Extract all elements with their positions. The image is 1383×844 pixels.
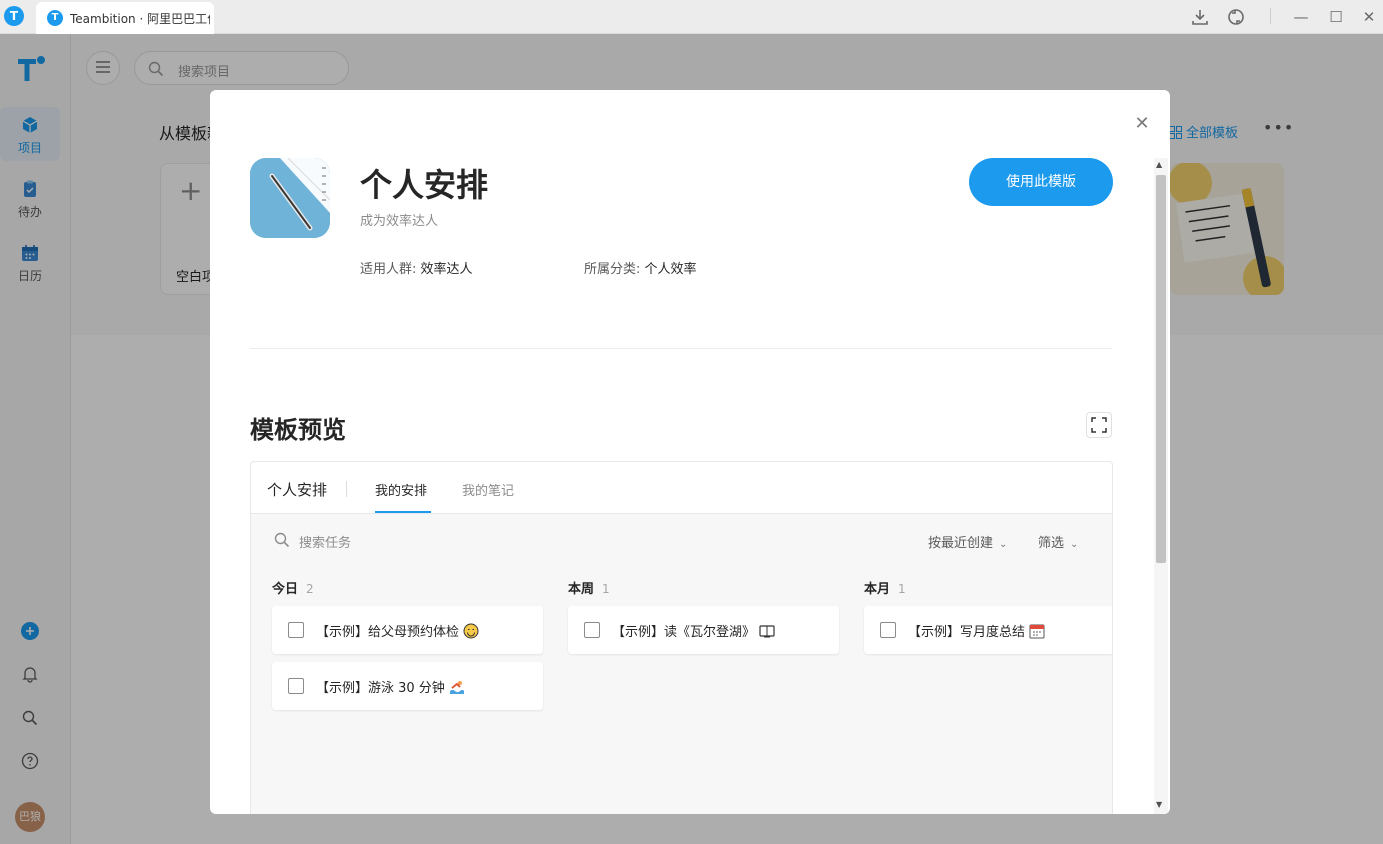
- tab-my-schedule[interactable]: 我的安排: [375, 480, 427, 499]
- preview-header: 个人安排 我的安排 我的笔记: [251, 462, 1112, 514]
- fullscreen-icon: [1091, 417, 1107, 433]
- smile-emoji-icon: [463, 623, 479, 639]
- task-title: 【示例】写月度总结: [908, 621, 1045, 640]
- column-title: 本周: [568, 582, 595, 597]
- notebook-pen-icon: [250, 158, 330, 238]
- calendar-emoji-icon: [1029, 624, 1045, 639]
- scroll-down-arrow[interactable]: ▼: [1156, 800, 1162, 809]
- task-search-placeholder: 搜索任务: [299, 536, 352, 551]
- modal-close-button[interactable]: ✕: [1132, 114, 1152, 134]
- column-title: 本月: [864, 582, 891, 597]
- download-icon[interactable]: [1187, 4, 1213, 30]
- task-search-input[interactable]: 搜索任务: [273, 530, 473, 551]
- browser-tab-teambition[interactable]: T Teambition · 阿里巴巴工作台: [36, 2, 214, 34]
- maximize-button[interactable]: ☐: [1323, 4, 1349, 30]
- template-detail-modal: ✕ 个人安排 成为效率达人 适用人群: 效率达人 所属分类: 个人效率 使用此模…: [210, 90, 1170, 814]
- chevron-down-icon: ⌄: [999, 539, 1008, 550]
- task-card[interactable]: 【示例】读《瓦尔登湖》: [568, 606, 839, 654]
- task-checkbox[interactable]: [288, 622, 304, 638]
- modal-divider: [250, 348, 1112, 349]
- fullscreen-button[interactable]: [1086, 412, 1112, 438]
- tab-favicon-icon: T: [47, 10, 63, 26]
- column-header-today: 今日 2: [272, 578, 314, 597]
- task-title-text: 【示例】读《瓦尔登湖》: [612, 625, 756, 640]
- preview-title: 模板预览: [250, 416, 346, 444]
- template-name: 个人安排: [360, 166, 489, 204]
- column-header-month: 本月 1: [864, 578, 906, 597]
- task-title-text: 【示例】给父母预约体检: [316, 625, 460, 640]
- sort-label: 按最近创建: [928, 536, 994, 551]
- preview-board: 搜索任务 按最近创建 ⌄ 筛选 ⌄ 今日 2 【示例】给父母预约体检 【示例】游…: [251, 514, 1112, 814]
- book-emoji-icon: [759, 625, 775, 638]
- sort-dropdown[interactable]: 按最近创建 ⌄: [928, 532, 1007, 551]
- template-subtitle: 成为效率达人: [360, 214, 439, 229]
- category-meta: 所属分类: 个人效率: [584, 258, 697, 277]
- task-title-text: 【示例】游泳 30 分钟: [316, 681, 445, 696]
- column-title: 今日: [272, 582, 299, 597]
- category-label: 所属分类:: [584, 262, 645, 277]
- task-card[interactable]: 【示例】写月度总结: [864, 606, 1112, 654]
- active-tab-indicator: [375, 511, 431, 513]
- tab-title: Teambition · 阿里巴巴工作台: [70, 12, 210, 26]
- swimmer-emoji-icon: [449, 681, 464, 694]
- chevron-down-icon: ⌄: [1070, 539, 1079, 550]
- close-window-button[interactable]: ✕: [1356, 4, 1382, 30]
- audience-value: 效率达人: [420, 262, 473, 277]
- task-title: 【示例】读《瓦尔登湖》: [612, 621, 775, 640]
- search-icon: [274, 532, 290, 548]
- task-checkbox[interactable]: [288, 678, 304, 694]
- sync-icon[interactable]: [1223, 4, 1249, 30]
- filter-label: 筛选: [1038, 536, 1065, 551]
- template-cover-image: [250, 158, 330, 238]
- category-value: 个人效率: [644, 262, 697, 277]
- use-template-button[interactable]: 使用此模版: [969, 158, 1113, 206]
- tab-my-notes[interactable]: 我的笔记: [462, 480, 514, 499]
- column-count: 2: [306, 582, 314, 596]
- modal-scrollbar-thumb[interactable]: [1156, 175, 1166, 563]
- window-titlebar: T T Teambition · 阿里巴巴工作台 — ☐ ✕: [0, 0, 1383, 34]
- audience-meta: 适用人群: 效率达人: [360, 258, 473, 277]
- column-count: 1: [898, 582, 906, 596]
- task-title-text: 【示例】写月度总结: [908, 625, 1026, 640]
- minimize-button[interactable]: —: [1288, 4, 1314, 30]
- column-header-week: 本周 1: [568, 578, 610, 597]
- column-count: 1: [602, 582, 610, 596]
- teambition-app-icon: T: [4, 6, 24, 26]
- preview-header-separator: [346, 481, 347, 497]
- task-checkbox[interactable]: [880, 622, 896, 638]
- task-card[interactable]: 【示例】游泳 30 分钟: [272, 662, 543, 710]
- titlebar-separator: [1270, 8, 1271, 24]
- audience-label: 适用人群:: [360, 262, 421, 277]
- task-checkbox[interactable]: [584, 622, 600, 638]
- task-title: 【示例】游泳 30 分钟: [316, 677, 465, 696]
- filter-dropdown[interactable]: 筛选 ⌄: [1038, 532, 1078, 551]
- task-card[interactable]: 【示例】给父母预约体检: [272, 606, 543, 654]
- template-preview-panel: 个人安排 我的安排 我的笔记 搜索任务 按最近创建 ⌄ 筛选 ⌄ 今日 2 【示…: [250, 461, 1113, 814]
- task-title: 【示例】给父母预约体检: [316, 621, 479, 640]
- scroll-up-arrow[interactable]: ▲: [1156, 160, 1162, 169]
- preview-project-name: 个人安排: [267, 481, 328, 499]
